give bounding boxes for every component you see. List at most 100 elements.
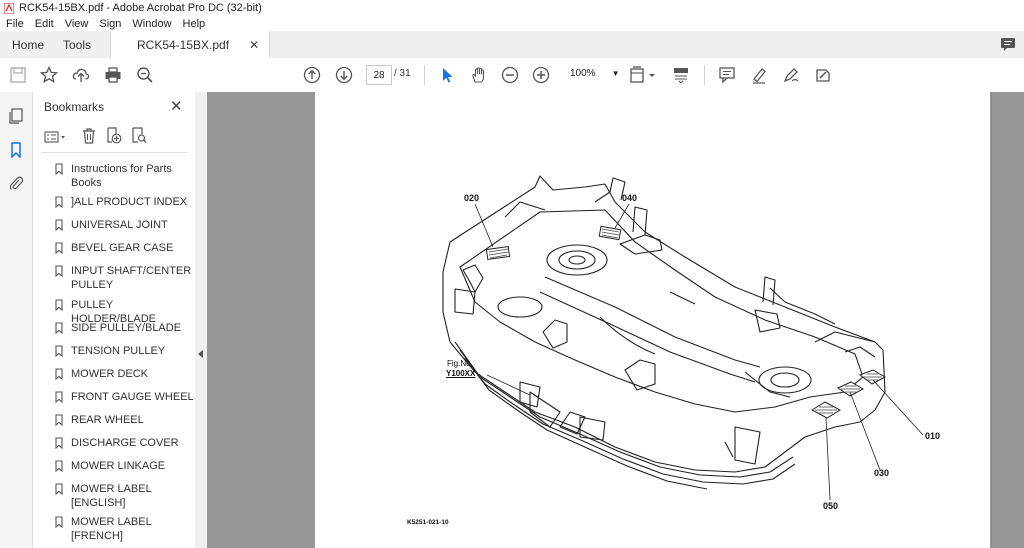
bookmark-icon xyxy=(55,196,63,208)
bookmark-label: MOWER LABEL [ENGLISH] xyxy=(71,483,152,509)
bookmark-icon xyxy=(55,219,63,231)
bookmark-search-icon[interactable] xyxy=(131,127,147,144)
bookmark-item[interactable]: MOWER LINKAGE xyxy=(55,459,195,473)
menu-file[interactable]: File xyxy=(6,18,24,30)
page-number-input[interactable]: 28 xyxy=(366,65,392,85)
print-icon[interactable] xyxy=(104,66,122,84)
bookmark-icon[interactable] xyxy=(8,142,24,158)
fit-page-icon[interactable] xyxy=(629,66,657,84)
tab-document[interactable]: RCK54-15BX.pdf ✕ xyxy=(110,31,271,59)
menu-edit[interactable]: Edit xyxy=(35,18,54,30)
bookmark-item[interactable]: MOWER LABEL [ENGLISH] xyxy=(55,482,195,510)
bookmark-label: ]ALL PRODUCT INDEX xyxy=(71,196,188,208)
tab-close-icon[interactable]: ✕ xyxy=(249,38,259,52)
callout-label: 010 xyxy=(925,431,941,441)
menu-view[interactable]: View xyxy=(65,18,89,30)
collapse-arrow-icon[interactable] xyxy=(198,350,203,358)
zoom-out-icon[interactable] xyxy=(501,66,519,84)
mower-deck-drawing xyxy=(442,175,924,501)
figure-number-label: Fig.No. xyxy=(447,359,473,368)
tab-document-label: RCK54-15BX.pdf xyxy=(137,38,230,52)
prev-page-icon[interactable] xyxy=(303,66,321,84)
delete-icon[interactable] xyxy=(81,127,97,144)
bookmarks-panel: Bookmarks ✕ Instructions for Parts Books xyxy=(33,92,196,548)
figure-reference: Y100XX xyxy=(446,369,476,378)
select-arrow-icon[interactable] xyxy=(438,66,456,84)
bookmark-item[interactable]: ]ALL PRODUCT INDEX xyxy=(55,195,195,209)
chat-icon[interactable] xyxy=(1000,37,1016,52)
bookmark-item[interactable]: FRONT GAUGE WHEEL xyxy=(55,390,195,404)
bookmark-label: SIDE PULLEY/BLADE xyxy=(71,322,182,334)
bookmark-label: MOWER LINKAGE xyxy=(71,460,166,472)
drawing-code: K5251-021-10 xyxy=(407,519,449,526)
menu-window[interactable]: Window xyxy=(132,18,171,30)
star-icon[interactable] xyxy=(40,66,58,84)
callout-label: 040 xyxy=(622,193,638,203)
chevron-down-icon: ▼ xyxy=(611,68,620,78)
zoom-value: 100% xyxy=(570,67,596,79)
page-edge xyxy=(991,92,992,548)
bookmark-item[interactable]: MOWER LABEL [FRENCH] xyxy=(55,515,195,543)
bookmark-item[interactable]: SIDE PULLEY/BLADE xyxy=(55,321,195,335)
menu-help[interactable]: Help xyxy=(183,18,206,30)
callout-label: 030 xyxy=(874,468,890,478)
tab-tools[interactable]: Tools xyxy=(63,31,91,58)
bookmark-label: BEVEL GEAR CASE xyxy=(71,242,174,254)
draw-icon[interactable] xyxy=(782,66,800,84)
pdf-page: 020 040 010 030 050 Fig.No. Y100XX K5251… xyxy=(315,92,990,548)
bookmarks-title: Bookmarks xyxy=(44,100,105,114)
navigation-rail xyxy=(0,92,33,548)
toolbar-divider xyxy=(704,65,705,85)
bookmark-icon xyxy=(55,483,63,495)
search-zoom-icon[interactable] xyxy=(136,66,154,84)
acrobat-icon xyxy=(4,2,14,14)
bookmark-label: REAR WHEEL xyxy=(71,414,144,426)
bookmark-item[interactable]: INPUT SHAFT/CENTER PULLEY xyxy=(55,264,195,292)
bookmark-label: DISCHARGE COVER xyxy=(71,437,179,449)
bookmark-icon xyxy=(55,516,63,528)
pages-icon[interactable] xyxy=(8,108,24,124)
next-page-icon[interactable] xyxy=(335,66,353,84)
panel-divider xyxy=(41,152,187,153)
bookmark-label: INPUT SHAFT/CENTER PULLEY xyxy=(71,265,192,291)
bookmark-icon xyxy=(55,391,63,403)
save-icon[interactable] xyxy=(9,66,27,84)
options-menu-icon[interactable] xyxy=(44,130,68,144)
panel-splitter[interactable] xyxy=(195,92,207,548)
menu-sign[interactable]: Sign xyxy=(99,18,121,30)
attachment-icon[interactable] xyxy=(8,175,24,191)
bookmark-icon xyxy=(55,242,63,254)
bookmark-icon xyxy=(55,414,63,426)
new-bookmark-icon[interactable] xyxy=(106,127,122,144)
window-title: RCK54-15BX.pdf - Adobe Acrobat Pro DC (3… xyxy=(19,2,262,14)
bookmark-icon xyxy=(55,163,63,175)
bookmark-label: MOWER LABEL [FRENCH] xyxy=(71,516,152,542)
close-icon[interactable]: ✕ xyxy=(170,97,183,115)
bookmark-icon xyxy=(55,345,63,357)
callout-label: 020 xyxy=(464,193,480,203)
bookmark-item[interactable]: REAR WHEEL xyxy=(55,413,195,427)
callout-label: 050 xyxy=(823,501,839,511)
bookmark-item[interactable]: TENSION PULLEY xyxy=(55,344,195,358)
bookmark-icon xyxy=(55,299,63,311)
document-area[interactable]: 020 040 010 030 050 Fig.No. Y100XX K5251… xyxy=(207,92,1024,548)
highlight-icon[interactable] xyxy=(750,66,768,84)
fill-sign-icon[interactable] xyxy=(814,66,832,84)
zoom-select[interactable]: 100% ▼ xyxy=(564,64,620,82)
bookmark-icon xyxy=(55,437,63,449)
tab-home[interactable]: Home xyxy=(12,31,44,58)
page-total: / 31 xyxy=(394,68,411,79)
bookmark-item[interactable]: Instructions for Parts Books xyxy=(55,162,195,190)
zoom-in-icon[interactable] xyxy=(532,66,550,84)
bookmark-item[interactable]: BEVEL GEAR CASE xyxy=(55,241,195,255)
title-bar: RCK54-15BX.pdf - Adobe Acrobat Pro DC (3… xyxy=(0,0,1024,16)
bookmark-item[interactable]: DISCHARGE COVER xyxy=(55,436,195,450)
comment-icon[interactable] xyxy=(718,66,736,84)
bookmark-label: FRONT GAUGE WHEEL xyxy=(71,391,194,403)
hand-icon[interactable] xyxy=(470,66,488,84)
bookmark-item[interactable]: UNIVERSAL JOINT xyxy=(55,218,195,232)
bookmark-item[interactable]: MOWER DECK xyxy=(55,367,195,381)
scroll-mode-icon[interactable] xyxy=(672,66,690,84)
bookmark-label: Instructions for Parts Books xyxy=(71,163,172,189)
upload-icon[interactable] xyxy=(72,66,90,84)
